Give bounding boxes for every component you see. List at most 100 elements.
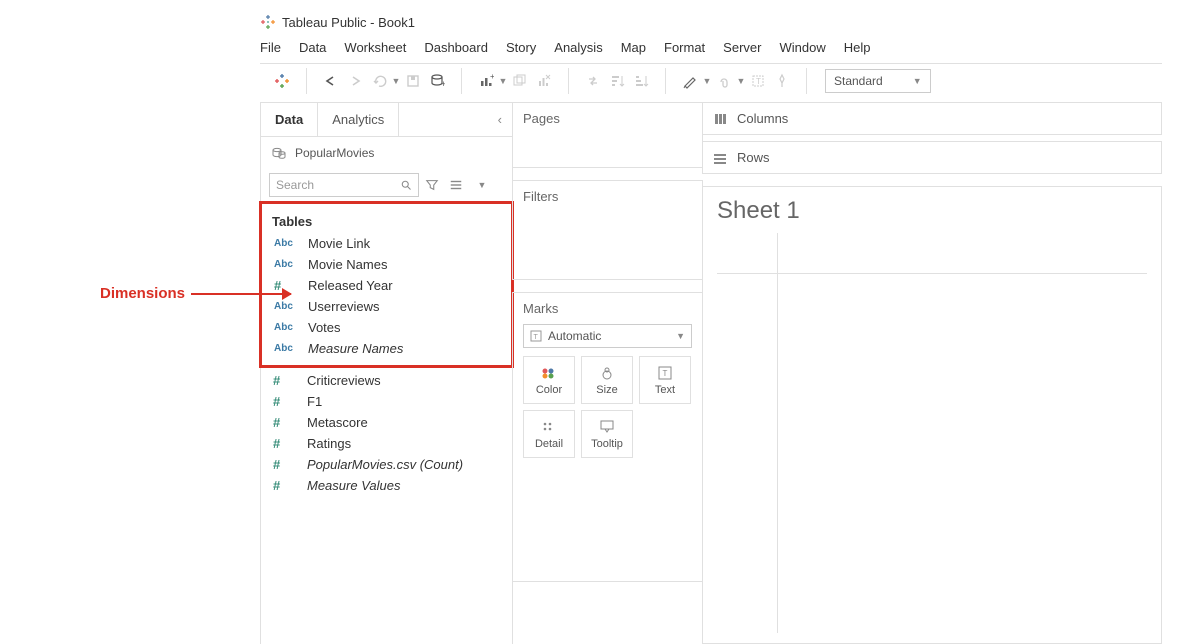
mark-text-button[interactable]: T Text (639, 356, 691, 404)
new-worksheet-icon[interactable]: + (474, 69, 498, 93)
field-votes[interactable]: Abc Votes (268, 317, 505, 338)
chevron-down-icon[interactable]: ▼ (473, 180, 491, 190)
save-icon[interactable] (401, 69, 425, 93)
automatic-mark-icon: T (530, 330, 542, 342)
fit-dropdown-label: Standard (834, 74, 883, 88)
rows-shelf[interactable]: Rows (702, 141, 1162, 174)
mark-detail-button[interactable]: Detail (523, 410, 575, 458)
sheet-area[interactable]: Sheet 1 (702, 186, 1162, 644)
size-icon (599, 365, 615, 381)
revert-icon[interactable] (367, 69, 391, 93)
pin-icon[interactable] (770, 69, 794, 93)
filters-label: Filters (523, 189, 558, 204)
svg-text:+: + (490, 73, 494, 81)
field-movie-link[interactable]: Abc Movie Link (268, 233, 505, 254)
swap-icon[interactable] (581, 69, 605, 93)
mark-label: Tooltip (591, 438, 623, 450)
mark-size-button[interactable]: Size (581, 356, 633, 404)
tables-header: Tables (268, 208, 505, 233)
tableau-logo-icon[interactable] (270, 69, 294, 93)
marks-card: Marks T Automatic ▼ Color (512, 292, 703, 582)
sheet-canvas[interactable] (717, 233, 1147, 633)
color-icon (541, 365, 557, 381)
undo-icon[interactable] (319, 69, 343, 93)
menu-data[interactable]: Data (299, 40, 326, 55)
marks-type-dropdown[interactable]: T Automatic ▼ (523, 324, 692, 348)
svg-text:T: T (756, 77, 761, 86)
filters-card[interactable]: Filters (512, 180, 703, 280)
field-label: Userreviews (308, 299, 380, 314)
mark-tooltip-button[interactable]: Tooltip (581, 410, 633, 458)
chevron-down-icon: ▼ (913, 76, 922, 86)
menu-server[interactable]: Server (723, 40, 761, 55)
duplicate-sheet-icon[interactable] (508, 69, 532, 93)
abc-type-icon: Abc (274, 322, 300, 333)
highlight-icon[interactable] (678, 69, 702, 93)
mark-label: Color (536, 384, 562, 396)
view-list-icon[interactable] (449, 178, 467, 192)
attachment-icon[interactable] (712, 69, 736, 93)
field-metascore[interactable]: # Metascore (267, 412, 506, 433)
chevron-down-icon[interactable]: ▼ (391, 76, 401, 86)
rows-label: Rows (737, 150, 770, 165)
field-label: Measure Names (308, 341, 403, 356)
search-input[interactable]: Search (269, 173, 419, 197)
datasource-icon (271, 145, 287, 161)
field-criticreviews[interactable]: # Criticreviews (267, 370, 506, 391)
menu-help[interactable]: Help (844, 40, 871, 55)
menu-story[interactable]: Story (506, 40, 536, 55)
menu-format[interactable]: Format (664, 40, 705, 55)
field-label: Ratings (307, 436, 351, 451)
menu-analysis[interactable]: Analysis (554, 40, 602, 55)
columns-shelf[interactable]: Columns (702, 102, 1162, 135)
chevron-down-icon[interactable]: ▼ (702, 76, 712, 86)
app-title: Tableau Public - Book1 (282, 15, 415, 30)
clear-sheet-icon[interactable] (532, 69, 556, 93)
field-label: Movie Link (308, 236, 370, 251)
fit-dropdown[interactable]: Standard ▼ (825, 69, 931, 93)
field-measure-values[interactable]: # Measure Values (267, 475, 506, 496)
collapse-pane-icon[interactable]: ‹ (488, 112, 512, 127)
chevron-down-icon[interactable]: ▼ (498, 76, 508, 86)
pages-card[interactable]: Pages (512, 102, 703, 168)
search-icon (400, 179, 412, 191)
tab-analytics[interactable]: Analytics (318, 103, 399, 136)
chevron-down-icon: ▼ (676, 331, 685, 341)
data-pane: Data Analytics ‹ PopularMovies Search (260, 102, 513, 644)
mark-color-button[interactable]: Color (523, 356, 575, 404)
rows-icon (713, 151, 729, 165)
tab-data[interactable]: Data (261, 103, 318, 136)
field-label: PopularMovies.csv (Count) (307, 457, 463, 472)
field-measure-names[interactable]: Abc Measure Names (268, 338, 505, 359)
svg-text:T: T (663, 369, 668, 378)
menu-dashboard[interactable]: Dashboard (424, 40, 488, 55)
field-label: Criticreviews (307, 373, 381, 388)
grid-vline (777, 233, 778, 633)
menu-window[interactable]: Window (779, 40, 825, 55)
grid-hline (717, 273, 1147, 274)
datasource-item[interactable]: PopularMovies (261, 137, 512, 169)
search-placeholder: Search (276, 178, 314, 192)
field-f1[interactable]: # F1 (267, 391, 506, 412)
menu-worksheet[interactable]: Worksheet (344, 40, 406, 55)
filter-icon[interactable] (425, 178, 443, 192)
text-label-icon[interactable]: T (746, 69, 770, 93)
menu-file[interactable]: File (260, 40, 281, 55)
field-released-year[interactable]: # Released Year (268, 275, 505, 296)
sort-asc-icon[interactable] (605, 69, 629, 93)
pages-label: Pages (523, 111, 560, 126)
number-type-icon: # (273, 394, 299, 409)
field-popularmovies-count[interactable]: # PopularMovies.csv (Count) (267, 454, 506, 475)
menu-map[interactable]: Map (621, 40, 646, 55)
dimensions-highlight-box: Tables Abc Movie Link Abc Movie Names # … (259, 201, 514, 368)
new-data-source-icon[interactable]: + (425, 69, 449, 93)
sheet-title[interactable]: Sheet 1 (717, 197, 1147, 225)
redo-icon[interactable] (343, 69, 367, 93)
sort-desc-icon[interactable] (629, 69, 653, 93)
field-movie-names[interactable]: Abc Movie Names (268, 254, 505, 275)
chevron-down-icon[interactable]: ▼ (736, 76, 746, 86)
field-ratings[interactable]: # Ratings (267, 433, 506, 454)
field-userreviews[interactable]: Abc Userreviews (268, 296, 505, 317)
number-type-icon: # (273, 415, 299, 430)
text-icon: T (658, 365, 672, 381)
